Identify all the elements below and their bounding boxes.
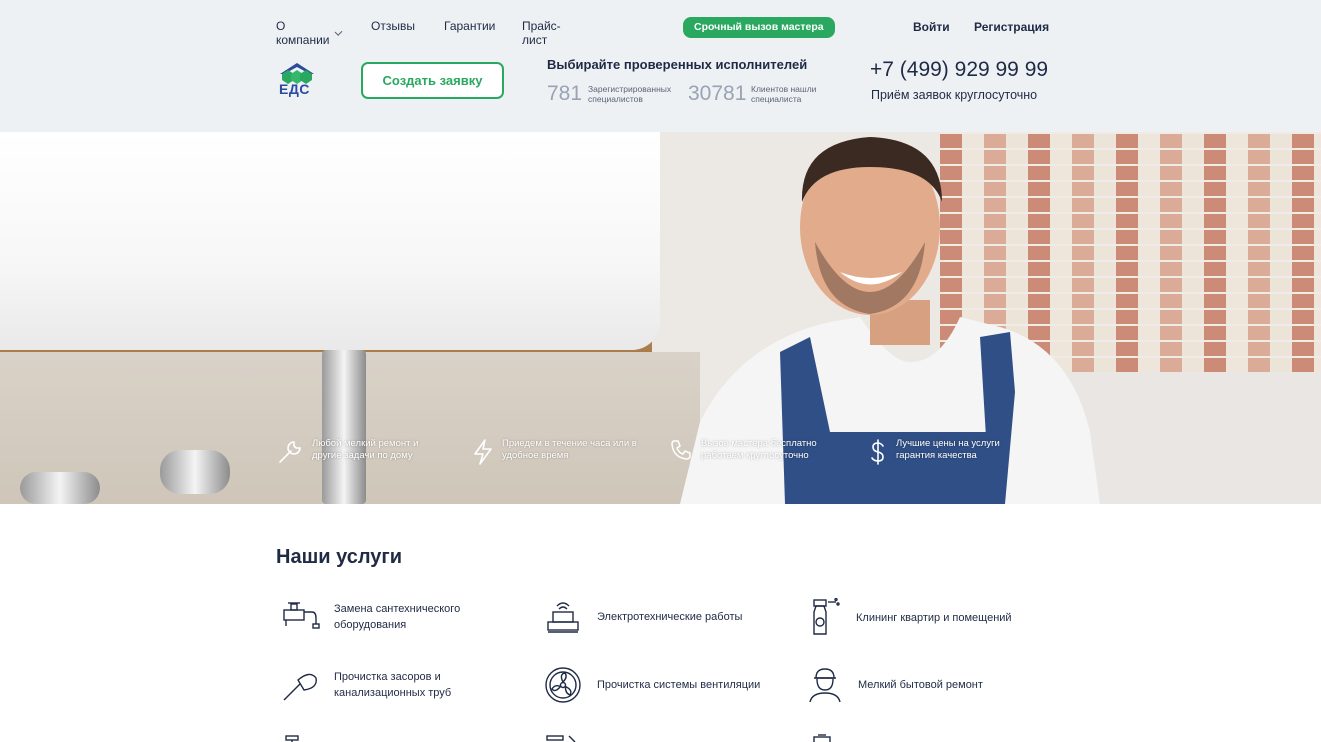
clients-label: Клиентов нашли специалиста [751, 84, 816, 104]
service-ventilation-line1: Прочистка системы вентиляции [597, 679, 761, 691]
service-drain-cleaning[interactable]: Прочистка засоров и канализационных труб [280, 666, 451, 704]
service-electrical[interactable]: Электротехнические работы [543, 598, 742, 636]
worker-icon [809, 668, 841, 703]
nav-company-dropdown[interactable]: О компании [276, 19, 343, 47]
plunger-icon [283, 673, 317, 701]
service-ventilation-label: Прочистка системы вентиляции [597, 677, 760, 693]
service-row3-item1[interactable] [280, 734, 320, 742]
feature-arrival-text: Приедем в течение часа или в удобное вре… [502, 438, 642, 462]
nav-guarantees-link[interactable]: Гарантии [444, 19, 495, 33]
service-cleaning[interactable]: Клининг квартир и помещений [806, 598, 1012, 638]
specialists-label: Зарегистрированных специалистов [588, 84, 671, 104]
service-small-repair[interactable]: Мелкий бытовой ремонт [806, 666, 983, 704]
service-small-repair-label: Мелкий бытовой ремонт [858, 677, 983, 693]
create-request-button[interactable]: Создать заявку [361, 62, 504, 99]
feature-arrival-line2: удобное время [502, 450, 569, 461]
phone-icon [671, 440, 691, 460]
service-electrical-label: Электротехнические работы [597, 609, 742, 625]
service-drain-cleaning-line2: канализационных труб [334, 687, 452, 699]
hero-sink [0, 132, 660, 350]
service-drain-cleaning-label: Прочистка засоров и канализационных труб [334, 669, 451, 701]
logo-text: ЕДС [279, 81, 310, 97]
hero-valve [160, 450, 230, 494]
fan-icon [545, 667, 581, 703]
feature-repair-text: Любой мелкий ремонт и другие задачи по д… [312, 438, 452, 462]
service-icon [813, 734, 831, 742]
hero-valve-left [20, 472, 100, 504]
feature-price-line2: гарантия качества [896, 450, 977, 461]
feature-price-line1: Лучшие цены на услуги [896, 438, 1000, 449]
spray-icon [813, 598, 840, 635]
specialists-label-line2: специалистов [588, 94, 643, 104]
hero-pipe [322, 350, 366, 504]
feature-repair: Любой мелкий ремонт и другие задачи по д… [276, 438, 452, 466]
service-drain-cleaning-line1: Прочистка засоров и [334, 671, 441, 683]
service-plumbing-replacement-label: Замена сантехнического оборудования [334, 601, 460, 633]
service-electrical-line1: Электротехнические работы [597, 611, 743, 623]
nav-pricelist-link[interactable]: Прайс-лист [522, 19, 561, 47]
choose-title: Выбирайте проверенных исполнителей [547, 57, 808, 72]
faucet-icon [283, 602, 320, 629]
feature-call-text: Вызов мастера бесплатно работаем круглос… [701, 438, 841, 462]
hero-banner: Любой мелкий ремонт и другие задачи по д… [0, 132, 1321, 504]
service-plumbing-replacement-line2: оборудования [334, 619, 407, 631]
service-plumbing-replacement-line1: Замена сантехнического [334, 603, 461, 615]
services-title: Наши услуги [276, 546, 403, 568]
feature-arrival-line1: Приедем в течение часа или в [502, 438, 637, 449]
register-link[interactable]: Регистрация [974, 20, 1049, 34]
chevron-down-icon [335, 27, 343, 36]
feature-call-line1: Вызов мастера бесплатно [701, 438, 817, 449]
urgent-call-button[interactable]: Срочный вызов мастера [683, 17, 835, 38]
login-link[interactable]: Войти [913, 20, 950, 34]
service-icon [546, 735, 576, 742]
lightning-icon [474, 439, 492, 465]
service-row3-item2[interactable] [543, 734, 583, 742]
clients-label-line2: специалиста [751, 94, 802, 104]
specialists-label-line1: Зарегистрированных [588, 84, 672, 94]
feature-repair-line2: другие задачи по дому [312, 450, 413, 461]
service-row3-item3[interactable] [806, 734, 846, 742]
service-icon [285, 735, 299, 742]
service-plumbing-replacement[interactable]: Замена сантехнического оборудования [280, 598, 460, 636]
feature-arrival: Приедем в течение часа или в удобное вре… [472, 438, 642, 466]
site-header: О компании Отзывы Гарантии Прайс-лист Ср… [0, 0, 1321, 132]
nav-reviews-link[interactable]: Отзывы [371, 19, 415, 33]
wrench-icon [279, 441, 301, 463]
feature-price: Лучшие цены на услуги гарантия качества [868, 438, 1036, 466]
service-small-repair-line1: Мелкий бытовой ремонт [858, 679, 983, 691]
nav-company-label: О компании [276, 19, 330, 47]
service-cleaning-label: Клининг квартир и помещений [856, 610, 1012, 626]
electric-icon [547, 602, 579, 633]
service-cleaning-line1: Клининг квартир и помещений [856, 612, 1012, 624]
service-ventilation[interactable]: Прочистка системы вентиляции [543, 666, 760, 704]
clients-count: 30781 [688, 82, 747, 105]
feature-call: Вызов мастера бесплатно работаем круглос… [669, 438, 841, 462]
phone-number[interactable]: +7 (499) 929 99 99 [870, 58, 1048, 82]
feature-repair-line1: Любой мелкий ремонт и [312, 438, 419, 449]
feature-price-text: Лучшие цены на услуги гарантия качества [896, 438, 1036, 462]
phone-note: Приём заявок круглосуточно [871, 88, 1038, 102]
specialists-count: 781 [547, 82, 583, 105]
clients-label-line1: Клиентов нашли [751, 84, 817, 94]
feature-call-line2: работаем круглосуточно [701, 450, 809, 461]
dollar-icon [871, 439, 884, 465]
